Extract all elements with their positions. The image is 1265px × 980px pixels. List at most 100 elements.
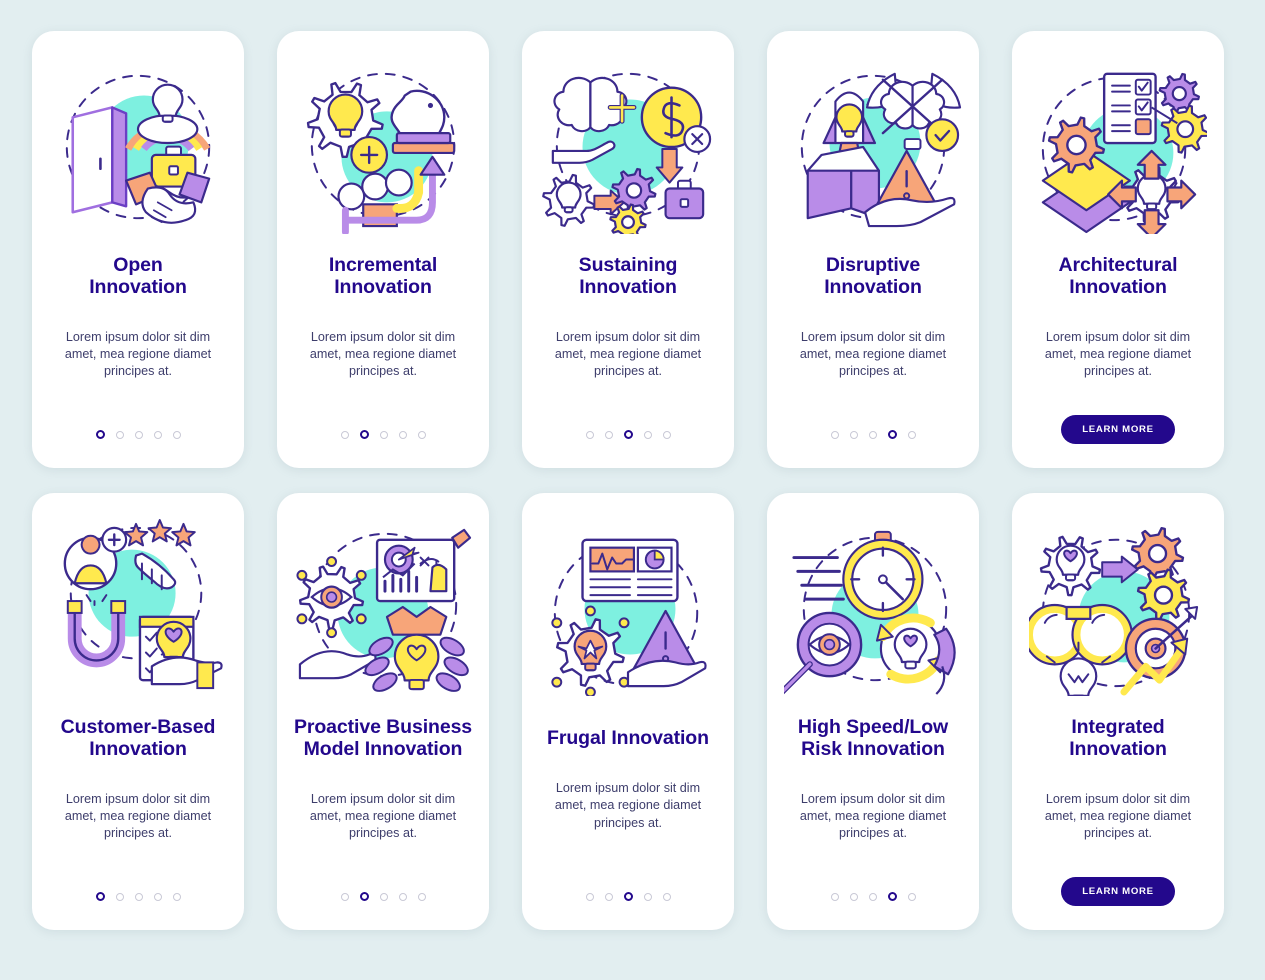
- pagination-dot[interactable]: [340, 892, 349, 901]
- pagination-dots: [830, 892, 916, 901]
- pagination-dot-active[interactable]: [359, 892, 369, 901]
- pagination-dot[interactable]: [115, 892, 124, 901]
- pagination-dot[interactable]: [398, 430, 407, 439]
- card-title-line: High Speed/Low: [797, 716, 949, 738]
- card-description: Lorem ipsum dolor sit dim amet, mea regi…: [64, 329, 212, 379]
- pagination-dot-active[interactable]: [95, 892, 105, 901]
- pagination-dot[interactable]: [134, 430, 143, 439]
- illustration-container: [522, 493, 734, 715]
- pagination-dots: [95, 430, 181, 439]
- pagination-dot[interactable]: [868, 430, 877, 439]
- pagination-dot[interactable]: [153, 430, 162, 439]
- pagination-dot[interactable]: [662, 430, 671, 439]
- pagination-dot-active[interactable]: [887, 892, 897, 901]
- pagination-dot[interactable]: [830, 892, 839, 901]
- card-title-line: Innovation: [579, 275, 677, 298]
- card-title-line: Innovation: [1069, 737, 1167, 760]
- pagination-dot[interactable]: [868, 892, 877, 901]
- pagination-dot[interactable]: [907, 892, 916, 901]
- card-title-line: Model Innovation: [303, 737, 463, 760]
- pagination-dot[interactable]: [172, 430, 181, 439]
- pagination-dot[interactable]: [849, 892, 858, 901]
- illustration-container: [767, 493, 979, 715]
- onboarding-card-incremental-innovation: Incremental Innovation Lorem ipsum dolor s…: [277, 31, 489, 468]
- pagination-dot[interactable]: [662, 892, 671, 901]
- door-handshake-briefcase-bulb-icon: [65, 74, 211, 224]
- learn-more-button[interactable]: LEARN MORE: [1061, 415, 1175, 444]
- pagination-dots: [585, 892, 671, 901]
- pagination-dot[interactable]: [172, 892, 181, 901]
- pagination-dot[interactable]: [643, 892, 652, 901]
- pagination-dot[interactable]: [643, 430, 652, 439]
- pagination-dot[interactable]: [398, 892, 407, 901]
- pagination-dot[interactable]: [115, 430, 124, 439]
- pagination-dot[interactable]: [134, 892, 143, 901]
- pagination-dot[interactable]: [340, 430, 349, 439]
- onboarding-card-high-speed-low-risk-innovation: High Speed/Low Risk Innovation Lorem ipsum…: [767, 493, 979, 930]
- card-title: Frugal Innovation: [537, 727, 719, 750]
- pagination-dot[interactable]: [604, 430, 613, 439]
- card-title-line: Customer-Based: [60, 716, 216, 738]
- card-title-line: Integrated: [1071, 716, 1165, 738]
- pagination-dots: [585, 430, 671, 439]
- card-title: Sustaining Innovation: [569, 254, 688, 299]
- pagination-dot[interactable]: [849, 430, 858, 439]
- illustration-container: [277, 493, 489, 715]
- card-title: Open Innovation: [79, 254, 197, 299]
- illustration-container: [32, 493, 244, 715]
- learn-more-button[interactable]: LEARN MORE: [1061, 877, 1175, 906]
- card-title-line: Proactive Business: [293, 716, 473, 738]
- card-description: Lorem ipsum dolor sit dim amet, mea regi…: [309, 791, 457, 841]
- card-title: High Speed/Low Risk Innovation: [788, 716, 958, 761]
- card-title-line: Innovation: [824, 275, 922, 298]
- card-title: Integrated Innovation: [1059, 716, 1177, 761]
- card-description: Lorem ipsum dolor sit dim amet, mea regi…: [1044, 329, 1192, 379]
- gear-bulb-chess-knight-growth-icon: [306, 72, 456, 234]
- pagination-dots: [95, 892, 181, 901]
- illustration-container: [1012, 493, 1224, 715]
- pagination-dot[interactable]: [830, 430, 839, 439]
- pagination-dot-active[interactable]: [887, 430, 897, 439]
- pagination-dot[interactable]: [604, 892, 613, 901]
- illustration-container: [32, 31, 244, 253]
- illustration-container: [767, 31, 979, 253]
- pagination-dots: [340, 430, 426, 439]
- pagination-dot[interactable]: [585, 430, 594, 439]
- card-title-line: Innovation: [334, 275, 432, 298]
- rocket-box-brain-warning-icon: [800, 72, 962, 228]
- card-title: Architectural Innovation: [1049, 254, 1188, 299]
- onboarding-card-integrated-innovation: Integrated Innovation Lorem ipsum dolor si…: [1012, 493, 1224, 930]
- pagination-dots: [340, 892, 426, 901]
- card-description: Lorem ipsum dolor sit dim amet, mea regi…: [554, 780, 702, 830]
- stopwatch-magnifier-bulb-cycle-icon: [784, 530, 956, 695]
- brain-dollar-gears-briefcase-icon: [542, 72, 712, 234]
- dashboard-gear-bulb-warning-hand-icon: [551, 538, 707, 696]
- pagination-dot-active[interactable]: [623, 892, 633, 901]
- pagination-dot[interactable]: [417, 430, 426, 439]
- card-title-line: Disruptive: [825, 254, 921, 276]
- card-description: Lorem ipsum dolor sit dim amet, mea regi…: [799, 329, 947, 379]
- pagination-dot[interactable]: [153, 892, 162, 901]
- card-title-line: Innovation: [89, 275, 187, 298]
- card-title-line: Open: [113, 254, 163, 276]
- pagination-dot[interactable]: [379, 892, 388, 901]
- pagination-dot[interactable]: [907, 430, 916, 439]
- pagination-dot[interactable]: [585, 892, 594, 901]
- card-description: Lorem ipsum dolor sit dim amet, mea regi…: [554, 329, 702, 379]
- pagination-dot-active[interactable]: [95, 430, 105, 439]
- card-title-line: Sustaining: [578, 254, 678, 276]
- pagination-dot[interactable]: [417, 892, 426, 901]
- eye-gear-whiteboard-crown-bulb-icon: [296, 528, 472, 692]
- card-title: Proactive Business Model Innovation: [284, 716, 482, 761]
- checklist-gears-layers-bulb-arrows-icon: [1041, 72, 1207, 234]
- pagination-dot-active[interactable]: [359, 430, 369, 439]
- onboarding-card-frugal-innovation: Frugal Innovation Lorem ipsum dolor sit d…: [522, 493, 734, 930]
- pagination-dot-active[interactable]: [623, 430, 633, 439]
- pagination-dot[interactable]: [379, 430, 388, 439]
- card-title-line: Innovation: [89, 737, 187, 760]
- magnet-user-stars-checklist-icon: [63, 518, 223, 690]
- onboarding-card-customer-based-innovation: Customer-Based Innovation Lorem ipsum dolo…: [32, 493, 244, 930]
- binoculars-gears-target-growth-bulb-icon: [1029, 526, 1199, 696]
- card-description: Lorem ipsum dolor sit dim amet, mea regi…: [1044, 791, 1192, 841]
- card-description: Lorem ipsum dolor sit dim amet, mea regi…: [64, 791, 212, 841]
